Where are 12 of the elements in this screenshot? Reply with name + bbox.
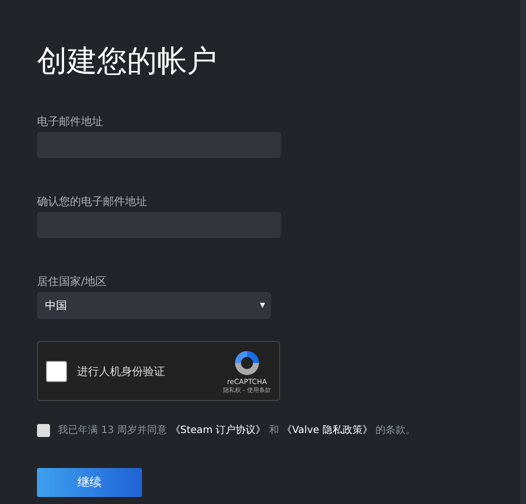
agreement-text: 我已年满 13 周岁并同意 《Steam 订户协议》 和 《Valve 隐私政策》 的条款。 [58,424,416,437]
field-label: 确认您的电子邮件地址 [37,194,147,209]
captcha-checkbox[interactable] [46,360,67,382]
captcha-label: 进行人机身份验证 [77,364,166,378]
agreement-checkbox[interactable] [37,424,50,436]
field-label: 电子邮件地址 [37,114,103,129]
continue-button[interactable]: 继续 [37,468,142,497]
privacy-policy-link[interactable]: 《Valve 隐私政策》 [282,425,372,436]
country-dropdown[interactable]: 中国 ▾ [37,292,271,319]
subscriber-agreement-link[interactable]: 《Steam 订户协议》 [170,425,266,436]
page-title: 创建您的帐户 [37,43,218,81]
field-label: 居住国家/地区 [37,274,107,289]
